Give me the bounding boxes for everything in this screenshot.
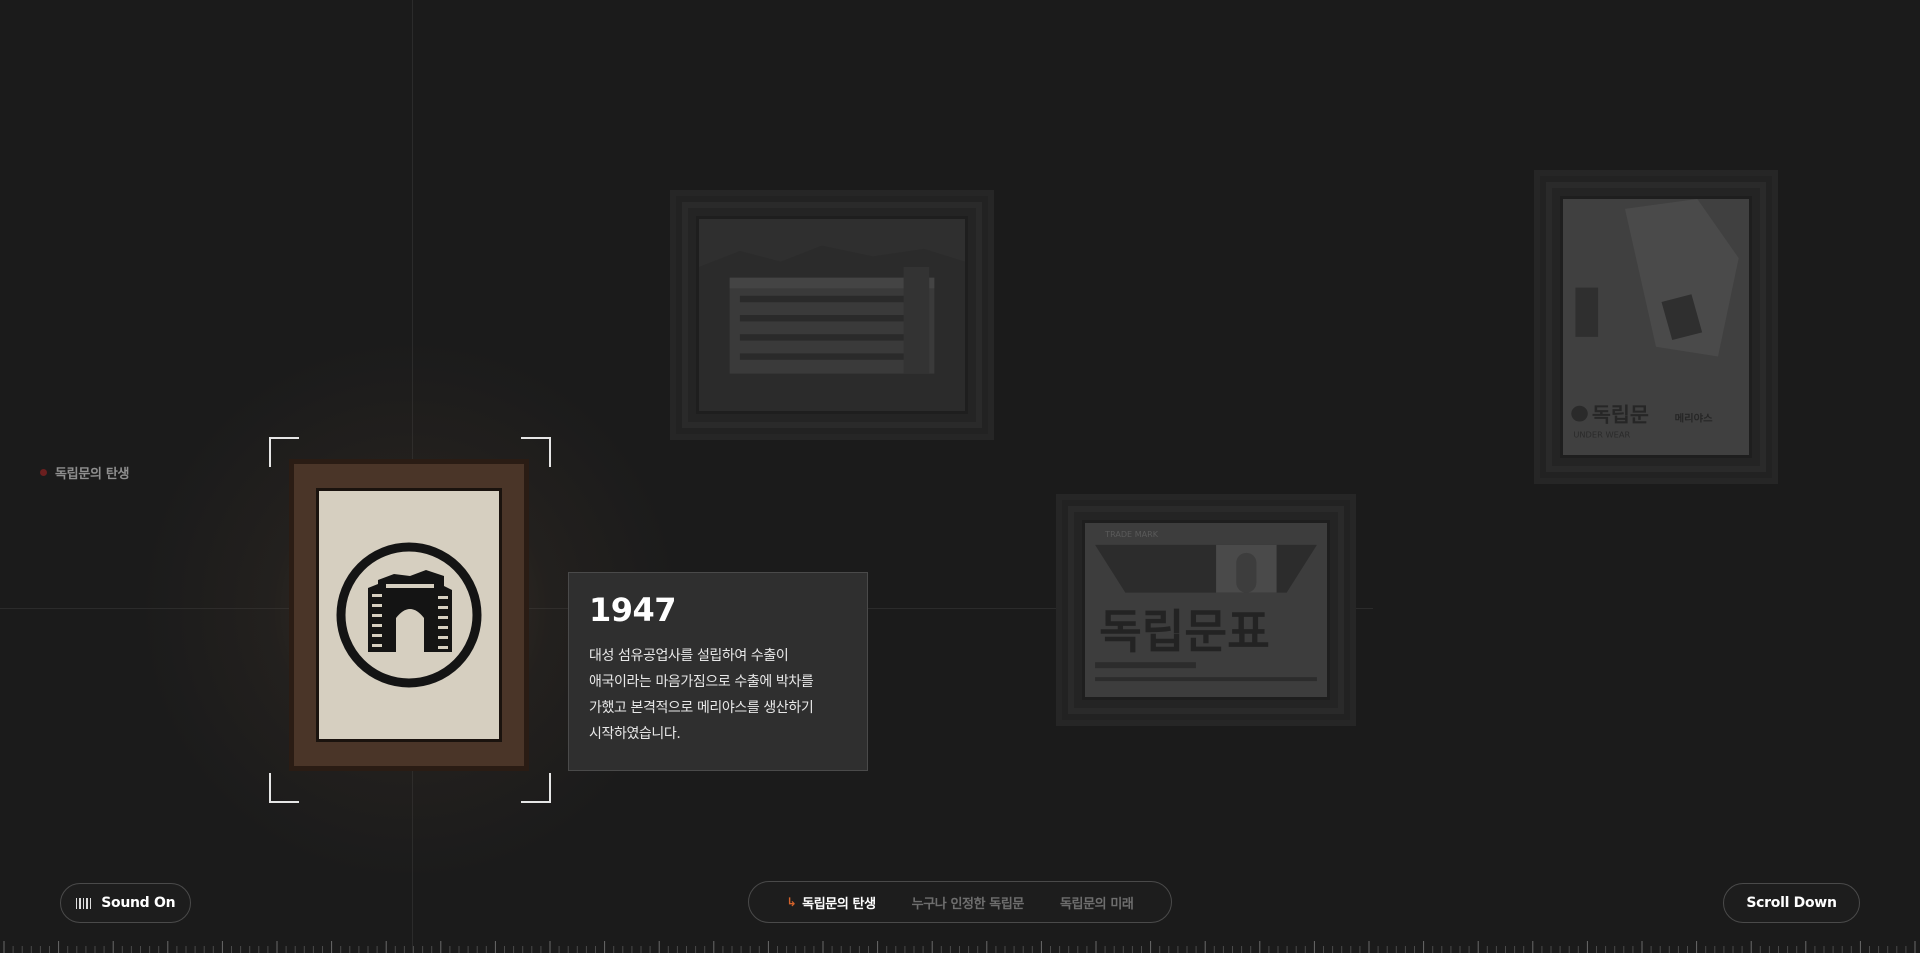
gallery-frame-label[interactable]: TRADE MARK 독립문표 <box>1062 500 1350 720</box>
gallery-frame-poster[interactable]: 독립문 메리야스 UNDER WEAR <box>1540 176 1772 478</box>
section-indicator: 독립문의 탄생 <box>40 463 129 482</box>
nav-item-birth[interactable]: ↳ 독립문의 탄생 <box>786 893 877 912</box>
description-line: 시작하였습니다. <box>589 726 681 742</box>
sound-toggle-button[interactable]: Sound On <box>60 883 191 923</box>
poster-brand-text: 독립문 <box>1592 403 1649 426</box>
nav-item-recognized[interactable]: 누구나 인정한 독립문 <box>911 893 1025 912</box>
label-title-text: 독립문표 <box>1099 605 1270 659</box>
section-dot-icon <box>40 469 47 476</box>
gallery-frame-factory[interactable] <box>676 196 988 434</box>
nav-item-label: 독립문의 미래 <box>1059 896 1134 912</box>
description-line: 애국이라는 마음가짐으로 수출에 박차를 <box>589 674 814 690</box>
arrow-return-icon: ↳ <box>786 895 797 909</box>
description-line: 대성 섬유공업사를 설립하여 수출이 <box>589 648 789 664</box>
independence-gate-logo <box>336 542 482 688</box>
poster-en-text: UNDER WEAR <box>1573 430 1630 439</box>
timeline-ruler <box>3 941 1916 953</box>
scroll-down-button[interactable]: Scroll Down <box>1723 883 1860 923</box>
trade-mark-text: TRADE MARK <box>1104 530 1159 539</box>
nav-item-label: 누구나 인정한 독립문 <box>911 896 1025 912</box>
poster-sub-text: 메리야스 <box>1675 412 1713 425</box>
description-line: 가했고 본격적으로 메리야스를 생산하기 <box>589 700 814 716</box>
scroll-down-label: Scroll Down <box>1746 895 1837 911</box>
factory-photo <box>696 216 968 414</box>
trademark-label-photo: TRADE MARK 독립문표 <box>1082 520 1330 700</box>
logo-mat <box>316 488 502 742</box>
focus-corner-bottom-right <box>521 773 551 803</box>
history-info-card: 1947 대성 섬유공업사를 설립하여 수출이 애국이라는 마음가짐으로 수출에… <box>568 572 868 771</box>
gallery-frame-logo[interactable] <box>289 459 529 771</box>
underwear-poster-photo: 독립문 메리야스 UNDER WEAR <box>1560 196 1752 458</box>
sound-bars-icon <box>75 897 92 909</box>
chapter-navigation: ↳ 독립문의 탄생 누구나 인정한 독립문 독립문의 미래 <box>748 881 1172 923</box>
nav-item-label: 독립문의 탄생 <box>802 896 876 912</box>
history-description: 대성 섬유공업사를 설립하여 수출이 애국이라는 마음가짐으로 수출에 박차를 … <box>589 643 847 747</box>
focus-corner-bottom-left <box>269 773 299 803</box>
sound-toggle-label: Sound On <box>101 895 176 911</box>
history-year: 1947 <box>589 591 677 629</box>
nav-item-future[interactable]: 독립문의 미래 <box>1060 893 1134 912</box>
section-label: 독립문의 탄생 <box>55 467 130 482</box>
